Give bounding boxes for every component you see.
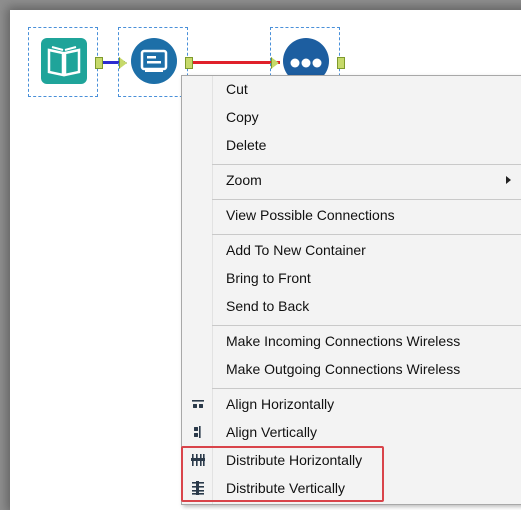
menu-item-make-outgoing-wireless[interactable]: Make Outgoing Connections Wireless: [182, 356, 521, 382]
menu-item-send-to-back[interactable]: Send to Back: [182, 293, 521, 319]
input-data-tool[interactable]: [28, 27, 103, 97]
submenu-arrow-icon: [506, 176, 511, 184]
menu-item-label: Make Incoming Connections Wireless: [226, 333, 461, 349]
book-icon: [41, 38, 87, 84]
menu-item-label: Align Horizontally: [226, 396, 335, 412]
menu-item-label: Copy: [226, 109, 259, 125]
menu-item-copy[interactable]: Copy: [182, 104, 521, 130]
menu-item-label: Add To New Container: [226, 242, 366, 258]
menu-separator: [212, 164, 521, 165]
align-vertical-icon: [194, 426, 201, 438]
input-anchor[interactable]: [119, 57, 127, 69]
menu-item-label: Make Outgoing Connections Wireless: [226, 361, 461, 377]
menu-item-align-vertically[interactable]: Align Vertically: [182, 419, 521, 445]
menu-separator: [212, 199, 521, 200]
menu-item-add-to-new-container[interactable]: Add To New Container: [182, 237, 521, 263]
input-anchor[interactable]: [271, 57, 279, 69]
menu-item-label: Zoom: [226, 172, 262, 188]
menu-item-zoom[interactable]: Zoom: [182, 167, 521, 193]
menu-item-align-horizontally[interactable]: Align Horizontally: [182, 391, 521, 417]
menu-item-label: View Possible Connections: [226, 207, 395, 223]
menu-item-label: Align Vertically: [226, 424, 318, 440]
menu-item-label: Delete: [226, 137, 267, 153]
menu-item-delete[interactable]: Delete: [182, 132, 521, 158]
browse-icon: [131, 38, 177, 84]
menu-item-cut[interactable]: Cut: [182, 76, 521, 102]
menu-item-label: Send to Back: [226, 298, 310, 314]
menu-item-view-possible-connections[interactable]: View Possible Connections: [182, 202, 521, 228]
menu-item-label: Bring to Front: [226, 270, 311, 286]
distribute-options-highlight: [181, 446, 384, 502]
menu-separator: [212, 325, 521, 326]
align-horizontal-icon: [192, 400, 204, 408]
menu-separator: [212, 388, 521, 389]
menu-item-bring-to-front[interactable]: Bring to Front: [182, 265, 521, 291]
menu-separator: [212, 234, 521, 235]
menu-item-label: Cut: [226, 81, 248, 97]
menu-item-make-incoming-wireless[interactable]: Make Incoming Connections Wireless: [182, 328, 521, 354]
output-anchor[interactable]: [337, 57, 345, 69]
context-menu: Cut Copy Delete Zoom View Possible Conne…: [181, 75, 521, 505]
output-anchor[interactable]: [95, 57, 103, 69]
output-anchor[interactable]: [185, 57, 193, 69]
connection-browse-to-join[interactable]: [192, 61, 280, 64]
browse-tool[interactable]: [118, 27, 193, 97]
